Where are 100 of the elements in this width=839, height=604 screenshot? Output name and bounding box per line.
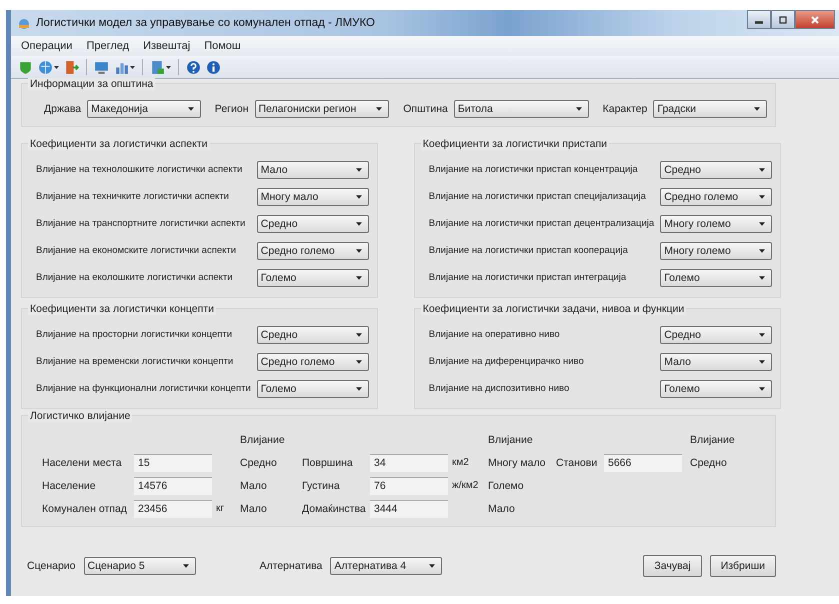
influence-value: Средно xyxy=(690,456,728,468)
field-label: Население xyxy=(42,480,97,492)
unit-label: кг xyxy=(216,503,226,514)
dropdown[interactable]: Големо xyxy=(256,380,369,398)
field-label: Држава xyxy=(44,103,82,115)
field-label: Станови xyxy=(556,456,598,468)
field-label: Влијание на транспортните логистички аспекти xyxy=(36,218,246,229)
influence-value: Средно xyxy=(240,456,278,468)
input-field[interactable]: 14576 xyxy=(134,476,212,494)
field-label: Влијание на логистички пристап специјализација xyxy=(428,191,646,202)
field-label: Комунален отпад xyxy=(42,502,128,514)
caret-icon xyxy=(130,66,135,68)
field-label: Влијание на просторни логистички концепти xyxy=(36,329,232,340)
save-button[interactable]: Зачувај xyxy=(643,555,702,577)
group-title: Логистичко влијание xyxy=(28,410,132,422)
caret-icon xyxy=(759,332,766,336)
close-button[interactable] xyxy=(795,10,835,29)
caret-icon xyxy=(759,276,766,280)
group-title: Информации за општина xyxy=(28,78,156,90)
caret-icon xyxy=(759,222,766,226)
caret-icon xyxy=(356,360,362,364)
field-label: Општина xyxy=(403,103,448,115)
field-label: Населени места xyxy=(42,456,123,468)
dropdown[interactable]: Битола xyxy=(454,100,589,118)
door-button[interactable] xyxy=(63,58,80,76)
column-header: Влијание xyxy=(690,434,736,446)
info-button[interactable] xyxy=(205,58,222,76)
shield-icon xyxy=(18,60,33,74)
influence-value: Многу мало xyxy=(488,456,547,468)
close-icon xyxy=(810,14,820,24)
delete-button[interactable]: Избриши xyxy=(710,555,776,577)
input-field[interactable]: 15 xyxy=(134,454,212,472)
minimize-icon xyxy=(755,20,763,24)
caret-icon xyxy=(356,248,362,252)
input-field[interactable]: 3444 xyxy=(370,500,448,518)
caret-icon xyxy=(356,168,362,172)
help-icon xyxy=(186,60,201,74)
input-field[interactable]: 76 xyxy=(370,476,448,494)
unit-label: ж/км2 xyxy=(452,480,480,491)
dropdown[interactable]: Средно xyxy=(660,160,772,178)
dropdown[interactable]: Средно xyxy=(660,326,772,344)
field-label: Домаќинства xyxy=(302,502,367,514)
dropdown[interactable]: Мало xyxy=(660,352,772,370)
field-label: Влијание на еколошките логистички аспекти xyxy=(36,272,233,283)
column-header: Влијание xyxy=(488,434,534,446)
caret-icon xyxy=(356,222,362,226)
dropdown[interactable]: Големо xyxy=(660,268,772,286)
caret-icon xyxy=(759,360,766,364)
field-label: Сценарио xyxy=(27,560,76,572)
dropdown[interactable]: Многу големо xyxy=(660,242,772,260)
menu-item[interactable]: Помош xyxy=(204,40,241,52)
menu-item[interactable]: Преглед xyxy=(86,40,130,52)
globe-button[interactable] xyxy=(37,58,60,76)
dropdown[interactable]: Средно големо xyxy=(660,188,772,206)
dropdown[interactable]: Мало xyxy=(256,160,369,178)
caret-icon xyxy=(754,107,760,111)
maximize-icon xyxy=(778,14,788,24)
dropdown[interactable]: Пелагониски регион xyxy=(254,100,390,118)
dropdown[interactable]: Големо xyxy=(256,268,369,286)
field-label: Влијание на оперативно ниво xyxy=(428,329,560,340)
dropdown[interactable]: Средно големо xyxy=(256,352,369,370)
window-title: Логистички модел за управување со комунален отпад - ЛМУКО xyxy=(36,17,375,29)
dropdown[interactable]: Големо xyxy=(660,380,772,398)
caret-icon xyxy=(376,107,382,111)
menu-item[interactable]: Извештај xyxy=(143,40,190,52)
caret-icon xyxy=(759,248,766,252)
group-title: Коефициенти за логистички задачи, нивоа и функции xyxy=(420,303,686,315)
dropdown[interactable]: Градски xyxy=(653,100,767,118)
input-field[interactable]: 34 xyxy=(370,454,448,472)
caret-icon xyxy=(54,66,59,68)
dropdown[interactable]: Македонија xyxy=(87,100,201,118)
caret-icon xyxy=(356,386,362,390)
field-label: Регион xyxy=(214,103,248,115)
dropdown[interactable]: Средно големо xyxy=(256,242,369,260)
document-icon xyxy=(150,60,165,74)
maximize-button[interactable] xyxy=(771,10,795,29)
field-label: Површина xyxy=(302,456,354,468)
field-label: Алтернатива xyxy=(260,560,322,572)
field-label: Влијание на временски логистички концепти xyxy=(36,356,234,367)
field-label: Карактер xyxy=(602,103,648,115)
menu-item[interactable]: Операции xyxy=(21,40,72,52)
field-label: Влијание на логистички пристап интеграција xyxy=(428,272,626,283)
input-field[interactable]: 23456 xyxy=(134,500,212,518)
caret-icon xyxy=(356,194,362,198)
dropdown[interactable]: Алтернатива 4 xyxy=(330,557,442,575)
column-header: Влијание xyxy=(240,434,286,446)
input-field[interactable]: 5666 xyxy=(604,454,682,472)
dropdown[interactable]: Средно xyxy=(256,214,369,232)
caret-icon xyxy=(356,276,362,280)
document-button[interactable] xyxy=(149,58,172,76)
caret-icon xyxy=(182,564,189,568)
caret-icon xyxy=(166,66,171,68)
field-label: Влијание на техничките логистички аспекти xyxy=(36,191,229,202)
dropdown[interactable]: Многу големо xyxy=(660,214,772,232)
dropdown[interactable]: Средно xyxy=(256,326,369,344)
minimize-button[interactable] xyxy=(747,10,771,29)
help-button[interactable] xyxy=(185,58,202,76)
dropdown[interactable]: Сценарио 5 xyxy=(84,557,196,575)
dropdown[interactable]: Многу мало xyxy=(256,188,369,206)
field-label: Влијание на логистички пристап децентрализација xyxy=(428,218,654,229)
